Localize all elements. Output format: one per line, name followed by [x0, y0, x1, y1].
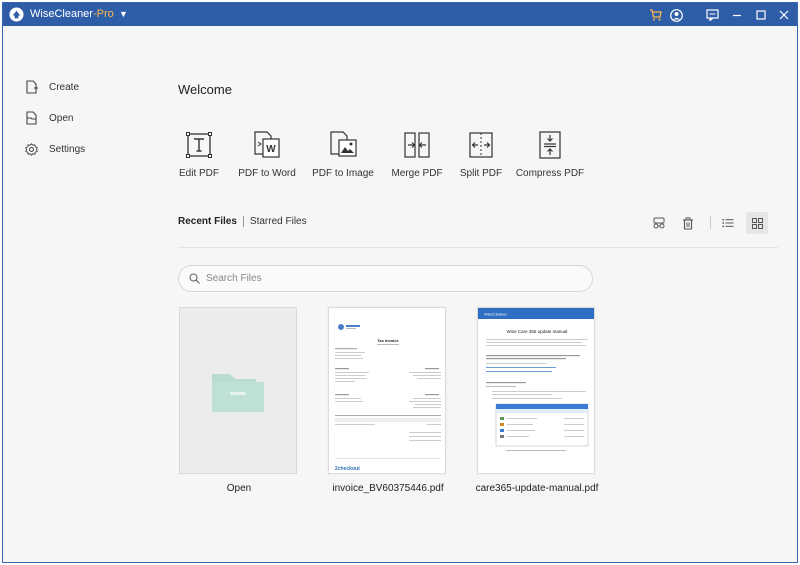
app-window: WiseCleaner-Pro ▼ Create Open Settings W… — [2, 2, 798, 563]
invoice-preview: Tax Invoice 2checkout — [335, 324, 441, 472]
grid-view-icon[interactable] — [746, 212, 768, 234]
sidebar-item-settings[interactable]: Settings — [25, 139, 135, 159]
manual-heading: Wise Care 365 update manual — [507, 329, 568, 334]
close-icon[interactable] — [776, 7, 792, 23]
open-icon — [26, 111, 37, 125]
merge-pdf-icon — [404, 132, 430, 158]
manual-brand: WiseCleaner — [484, 312, 508, 317]
sidebar-item-label: Create — [49, 81, 80, 93]
tab-divider — [242, 216, 244, 227]
feedback-icon[interactable] — [704, 7, 720, 23]
account-icon[interactable] — [668, 7, 684, 23]
sidebar-item-label: Open — [49, 112, 74, 124]
invoice-brand: 2checkout — [335, 466, 360, 472]
open-file-card[interactable] — [179, 307, 297, 474]
create-icon — [26, 80, 38, 94]
app-logo-icon — [9, 7, 24, 22]
list-view-icon[interactable] — [717, 212, 739, 234]
split-pdf-icon — [469, 132, 493, 158]
section-divider — [178, 247, 778, 248]
tool-label: Split PDF — [459, 168, 503, 179]
folder-icon — [212, 373, 264, 412]
manual-preview: WiseCleaner Wise Care 365 update manual — [478, 308, 594, 451]
welcome-heading: Welcome — [178, 82, 232, 97]
toolbar-divider — [710, 216, 711, 229]
search-icon — [189, 273, 200, 284]
app-name: WiseCleaner — [30, 8, 93, 20]
search-input[interactable] — [206, 273, 566, 284]
tool-label: PDF to Word — [238, 168, 296, 179]
sidebar-item-create[interactable]: Create — [25, 77, 135, 97]
pdf-to-word-icon: W — [254, 131, 280, 158]
gear-icon — [25, 142, 38, 156]
tool-pdf-to-image[interactable]: PDF to Image — [303, 127, 383, 179]
file-name: invoice_BV60375446.pdf — [332, 483, 444, 494]
file-name: care365-update-manual.pdf — [475, 483, 599, 494]
tool-compress-pdf[interactable]: Compress PDF — [510, 127, 590, 179]
tab-starred-files[interactable]: Starred Files — [250, 216, 307, 227]
glasses-icon[interactable] — [648, 212, 670, 234]
tool-label: Compress PDF — [515, 168, 585, 179]
tab-recent-files[interactable]: Recent Files — [178, 216, 237, 227]
pdf-to-image-icon — [330, 131, 357, 157]
svg-text:W: W — [266, 144, 276, 155]
file-name: Open — [226, 483, 252, 494]
tool-split-pdf[interactable]: Split PDF — [441, 127, 521, 179]
file-thumbnail-invoice[interactable]: Tax Invoice 2checkout — [328, 307, 446, 474]
file-thumbnail-manual[interactable]: WiseCleaner Wise Care 365 update manual — [477, 307, 595, 474]
maximize-icon[interactable] — [753, 7, 769, 23]
trash-icon[interactable] — [677, 212, 699, 234]
compress-pdf-icon — [539, 131, 561, 159]
file-tabs: Recent Files Starred Files — [178, 216, 307, 227]
edit-pdf-icon — [186, 132, 212, 158]
minimize-icon[interactable] — [729, 7, 745, 23]
app-edition: -Pro — [92, 8, 114, 20]
tool-label: PDF to Image — [312, 168, 374, 179]
sidebar: Create Open Settings — [3, 26, 143, 562]
invoice-heading: Tax Invoice — [377, 338, 399, 343]
search-box[interactable] — [178, 265, 593, 292]
app-title: WiseCleaner-Pro — [30, 8, 114, 20]
app-menu-dropdown-icon[interactable]: ▼ — [119, 9, 128, 19]
cart-icon[interactable] — [647, 7, 663, 23]
title-bar[interactable]: WiseCleaner-Pro ▼ — [3, 3, 797, 26]
sidebar-item-open[interactable]: Open — [25, 108, 135, 128]
sidebar-item-label: Settings — [49, 143, 86, 155]
tool-pdf-to-word[interactable]: W PDF to Word — [227, 127, 307, 179]
